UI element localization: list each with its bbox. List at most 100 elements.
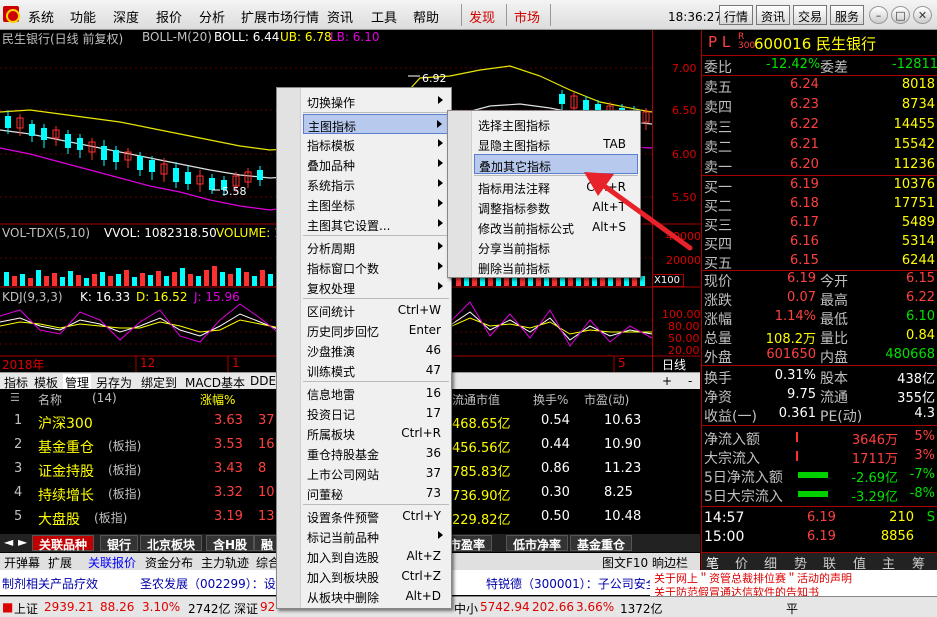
col-turnover[interactable]: 换手% xyxy=(533,391,568,408)
submenu-item[interactable]: 选择主图指标 xyxy=(474,114,638,134)
board-next-icon[interactable]: ► xyxy=(18,535,27,549)
ctx-item[interactable]: 复权处理 xyxy=(303,277,449,297)
ctx-item[interactable]: 主图其它设置... xyxy=(303,214,449,234)
menu-analysis[interactable]: 分析 xyxy=(199,7,225,26)
menu-quote[interactable]: 报价 xyxy=(156,7,182,26)
ctx-item[interactable]: 切换操作 xyxy=(303,91,449,111)
menu-market[interactable]: 市场 xyxy=(514,7,540,26)
news-item[interactable]: 圣农发展（002299）：设 xyxy=(140,575,276,592)
row-tag: (板指) xyxy=(94,511,128,525)
menu-help[interactable]: 帮助 xyxy=(413,7,439,26)
tab-danmu[interactable]: 开弹幕 xyxy=(4,554,40,571)
ctx-item[interactable]: 所属板块 Ctrl+R xyxy=(303,423,449,443)
ctx-item[interactable]: 训练模式 47 xyxy=(303,360,449,380)
menu-extended-market[interactable]: 扩展市场行情 xyxy=(241,7,319,26)
col-float-mv[interactable]: 流通市值 xyxy=(452,391,500,408)
ctx-item[interactable]: 主图坐标 xyxy=(303,194,449,214)
ctx-item[interactable]: 加入到板块股 Ctrl+Z xyxy=(303,566,449,586)
buy-row[interactable]: 买二 6.18 17751 xyxy=(702,195,937,215)
col-change[interactable]: 涨幅% xyxy=(200,391,235,408)
stat-value: 438亿 xyxy=(897,372,935,387)
ctx-item[interactable]: 设置条件预警 Ctrl+Y xyxy=(303,506,449,526)
ctx-item[interactable]: 上市公司网站 37 xyxy=(303,463,449,483)
board-prev-icon[interactable]: ◄ xyxy=(4,535,13,549)
ctx-item[interactable]: 主图指标 xyxy=(303,114,449,134)
tab-f10[interactable]: 图文F10 xyxy=(602,554,648,571)
zoom-in-button[interactable]: + xyxy=(662,374,672,388)
buy-row[interactable]: 买四 6.16 5314 xyxy=(702,233,937,253)
zoom-out-button[interactable]: - xyxy=(688,374,692,388)
ctx-item[interactable]: 历史同步回忆 Enter xyxy=(303,320,449,340)
menu-system[interactable]: 系统 xyxy=(28,7,54,26)
board-tab-related[interactable]: 关联品种 xyxy=(32,535,95,552)
notice-item[interactable]: 关于防范假冒通达信软件的告知书 xyxy=(654,584,819,596)
ctx-item[interactable]: 指标窗口个数 xyxy=(303,257,449,277)
buy-row[interactable]: 买一 6.19 10376 xyxy=(702,176,937,196)
board-tab-h-share[interactable]: 含H股 xyxy=(206,535,255,552)
sell-row[interactable]: 卖一 6.20 11236 xyxy=(702,156,937,176)
toolbar-trade-button[interactable]: 交易 xyxy=(793,5,828,25)
menu-tools[interactable]: 工具 xyxy=(371,7,397,26)
qtab-price[interactable]: 价 xyxy=(735,553,748,572)
minimize-icon[interactable]: – xyxy=(869,6,888,24)
menu-discover[interactable]: 发现 xyxy=(469,7,495,26)
ctx-item[interactable]: 加入到自选股 Alt+Z xyxy=(303,546,449,566)
app-logo-icon[interactable] xyxy=(3,6,20,23)
qtab-chips[interactable]: 筹 xyxy=(912,553,925,572)
tab-sidebar[interactable]: 晌边栏 xyxy=(652,554,688,571)
sell-row[interactable]: 卖四 6.23 8734 xyxy=(702,96,937,116)
qtab-related[interactable]: 联 xyxy=(823,553,836,572)
sh-label[interactable]: 上证 xyxy=(14,600,38,617)
tab-main-trace[interactable]: 主力轨迹 xyxy=(201,554,249,571)
tab-fund-dist[interactable]: 资金分布 xyxy=(145,554,193,571)
qtab-detail[interactable]: 细 xyxy=(764,553,777,572)
ctx-item[interactable]: 分析周期 xyxy=(303,237,449,257)
ctx-item[interactable]: 标记当前品种 xyxy=(303,526,449,546)
list-header-menu-icon[interactable]: ☰ xyxy=(10,391,20,404)
col-name[interactable]: 名称 xyxy=(38,391,62,408)
buy-row[interactable]: 买三 6.17 5489 xyxy=(702,214,937,234)
menu-function[interactable]: 功能 xyxy=(70,7,96,26)
tab-extend[interactable]: 扩展 xyxy=(48,554,72,571)
tab-related-quote[interactable]: 关联报价 xyxy=(88,554,136,571)
ctx-item[interactable]: 从板块中删除 Alt+D xyxy=(303,586,449,606)
board-tab-fund[interactable]: 基金重仓 xyxy=(570,535,633,552)
maximize-icon[interactable]: □ xyxy=(891,6,910,24)
submenu-item[interactable]: 显隐主图指标 TAB xyxy=(474,134,638,154)
zx-label[interactable]: 中小 xyxy=(454,600,478,617)
submenu-item[interactable]: 删除当前指标 xyxy=(474,257,638,277)
col-pe[interactable]: 市盈(动) xyxy=(584,391,629,408)
ctx-item[interactable]: 指标模板 xyxy=(303,134,449,154)
qtab-main[interactable]: 主 xyxy=(882,553,895,572)
qtab-trend[interactable]: 势 xyxy=(794,553,807,572)
sell-row[interactable]: 卖五 6.24 8018 xyxy=(702,76,937,96)
sz-label[interactable]: 深证 xyxy=(234,600,258,617)
tab-dde[interactable]: DDE xyxy=(250,374,276,388)
board-tab-pb[interactable]: 低市净率 xyxy=(506,535,569,552)
close-icon[interactable]: ✕ xyxy=(913,6,932,24)
toolbar-service-button[interactable]: 服务 xyxy=(830,5,865,25)
toolbar-news-button[interactable]: 资讯 xyxy=(756,5,791,25)
buy-row[interactable]: 买五 6.15 6244 xyxy=(702,252,937,272)
ctx-item[interactable]: 区间统计 Ctrl+W xyxy=(303,300,449,320)
news-item[interactable]: 特锐德（300001）：子公司安全 xyxy=(486,575,658,592)
ctx-item[interactable]: 系统指示 xyxy=(303,174,449,194)
sell-row[interactable]: 卖三 6.22 14455 xyxy=(702,116,937,136)
ctx-item[interactable]: 重仓持股基金 36 xyxy=(303,443,449,463)
ctx-item[interactable]: 投资日记 17 xyxy=(303,403,449,423)
sell-row[interactable]: 卖二 6.21 15542 xyxy=(702,136,937,156)
board-tab-bank[interactable]: 银行 xyxy=(100,535,139,552)
board-tab-beijing[interactable]: 北京板块 xyxy=(140,535,203,552)
qtab-value[interactable]: 值 xyxy=(853,553,866,572)
toolbar-quote-button[interactable]: 行情 xyxy=(719,5,754,25)
qtab-ticks[interactable]: 笔 xyxy=(706,553,719,572)
menu-news[interactable]: 资讯 xyxy=(327,7,353,26)
ctx-item[interactable]: 沙盘推演 46 xyxy=(303,340,449,360)
notice-ticker[interactable]: 关于网上＂资管总裁排位赛＂活动的声明 关于防范假冒通达信软件的告知书 xyxy=(650,570,937,596)
menu-depth[interactable]: 深度 xyxy=(113,7,139,26)
ctx-item[interactable]: 叠加品种 xyxy=(303,154,449,174)
ctx-item[interactable]: 信息地雷 16 xyxy=(303,383,449,403)
ctx-item[interactable]: 问董秘 73 xyxy=(303,483,449,503)
news-item[interactable]: 制剂相关产品疗效 xyxy=(2,575,98,592)
period-label[interactable]: 日线 xyxy=(662,356,686,373)
